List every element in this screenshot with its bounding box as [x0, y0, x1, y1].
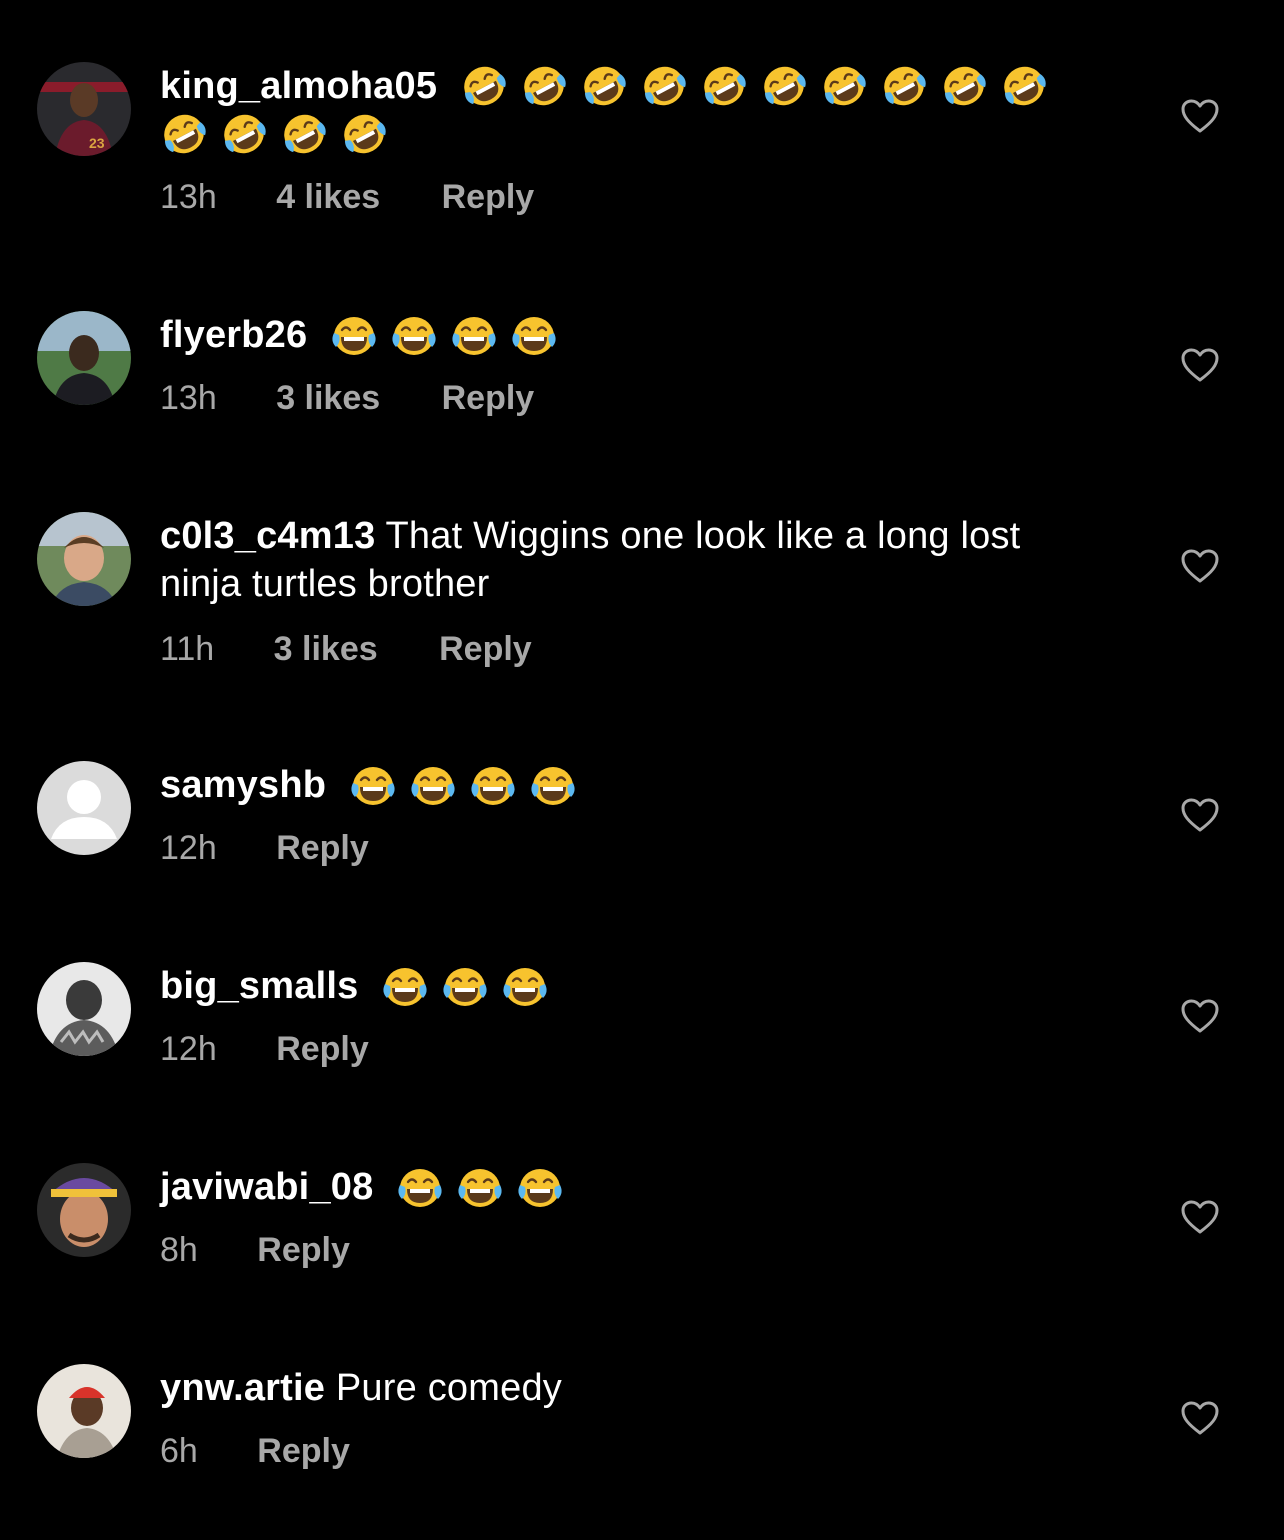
avatar[interactable]: [37, 962, 131, 1056]
reply-button[interactable]: Reply: [257, 1231, 350, 1270]
rolling-on-floor-laughing-emoji: [700, 64, 748, 108]
comment-c0l3-c4m13: c0l3_c4m13 That Wiggins one look like a …: [0, 512, 1284, 682]
emoji-group: [448, 65, 1048, 107]
heart-outline-icon[interactable]: [1180, 548, 1220, 584]
rolling-on-floor-laughing-emoji: [280, 112, 328, 156]
comment-body: ynw.artie Pure comedy: [160, 1364, 1090, 1412]
svg-text:23: 23: [89, 135, 105, 151]
timestamp: 11h: [160, 630, 215, 668]
rolling-on-floor-laughing-emoji: [460, 64, 508, 108]
comment-meta: 11h 3 likes Reply: [160, 630, 532, 669]
reply-button[interactable]: Reply: [439, 630, 532, 669]
username[interactable]: king_almoha05: [160, 65, 437, 107]
comment-body: c0l3_c4m13 That Wiggins one look like a …: [160, 512, 1090, 608]
tears-of-joy-emoji: [330, 313, 378, 357]
tears-of-joy-emoji: [349, 763, 397, 807]
avatar[interactable]: [37, 1163, 131, 1257]
tears-of-joy-emoji: [469, 763, 517, 807]
heart-outline-icon[interactable]: [1180, 1400, 1220, 1436]
reply-button[interactable]: Reply: [276, 1030, 369, 1069]
tears-of-joy-emoji: [381, 964, 429, 1008]
comment-text: Pure comedy: [335, 1367, 562, 1409]
likes-count[interactable]: 3 likes: [274, 630, 378, 669]
username[interactable]: c0l3_c4m13: [160, 515, 375, 557]
tears-of-joy-emoji: [409, 763, 457, 807]
heart-outline-icon[interactable]: [1180, 98, 1220, 134]
rolling-on-floor-laughing-emoji: [820, 64, 868, 108]
tears-of-joy-emoji: [516, 1165, 564, 1209]
tears-of-joy-emoji: [501, 964, 549, 1008]
emoji-group: [318, 314, 558, 356]
avatar[interactable]: [37, 1364, 131, 1458]
tears-of-joy-emoji: [390, 313, 438, 357]
timestamp: 13h: [160, 379, 217, 417]
avatar[interactable]: 23: [37, 62, 131, 156]
comment-king-almoha05: 23 king_almoha05 13h 4 likes Reply: [0, 62, 1284, 232]
emoji-group: [337, 764, 577, 806]
username[interactable]: ynw.artie: [160, 1367, 325, 1409]
comment-body: big_smalls: [160, 962, 1090, 1010]
comment-meta: 13h 3 likes Reply: [160, 379, 534, 418]
reply-button[interactable]: Reply: [442, 178, 535, 217]
comment-body: javiwabi_08: [160, 1163, 1090, 1211]
comment-body: king_almoha05: [160, 62, 1090, 158]
tears-of-joy-emoji: [450, 313, 498, 357]
comment-meta: 13h 4 likes Reply: [160, 178, 534, 217]
tears-of-joy-emoji: [456, 1165, 504, 1209]
reply-button[interactable]: Reply: [442, 379, 535, 418]
heart-outline-icon[interactable]: [1180, 797, 1220, 833]
default-avatar[interactable]: [37, 761, 131, 855]
rolling-on-floor-laughing-emoji: [220, 112, 268, 156]
comment-javiwabi-08: javiwabi_08 8h Reply: [0, 1163, 1284, 1283]
emoji-group: [160, 113, 388, 155]
timestamp: 12h: [160, 1030, 217, 1068]
reply-button[interactable]: Reply: [276, 829, 369, 868]
timestamp: 12h: [160, 829, 217, 867]
comment-big-smalls: big_smalls 12h Reply: [0, 962, 1284, 1082]
reply-button[interactable]: Reply: [257, 1432, 350, 1471]
likes-count[interactable]: 3 likes: [276, 379, 380, 418]
username[interactable]: big_smalls: [160, 965, 358, 1007]
username[interactable]: flyerb26: [160, 314, 307, 356]
tears-of-joy-emoji: [441, 964, 489, 1008]
username[interactable]: samyshb: [160, 764, 326, 806]
rolling-on-floor-laughing-emoji: [940, 64, 988, 108]
tears-of-joy-emoji: [529, 763, 577, 807]
rolling-on-floor-laughing-emoji: [520, 64, 568, 108]
timestamp: 8h: [160, 1231, 198, 1269]
likes-count[interactable]: 4 likes: [276, 178, 380, 217]
rolling-on-floor-laughing-emoji: [580, 64, 628, 108]
timestamp: 6h: [160, 1432, 198, 1470]
comment-samyshb: samyshb 12h Reply: [0, 761, 1284, 881]
heart-outline-icon[interactable]: [1180, 998, 1220, 1034]
comment-meta: 12h Reply: [160, 829, 369, 868]
tears-of-joy-emoji: [396, 1165, 444, 1209]
comment-flyerb26: flyerb26 13h 3 likes Reply: [0, 311, 1284, 431]
comment-body: samyshb: [160, 761, 1090, 809]
timestamp: 13h: [160, 178, 217, 216]
rolling-on-floor-laughing-emoji: [340, 112, 388, 156]
rolling-on-floor-laughing-emoji: [640, 64, 688, 108]
avatar[interactable]: [37, 512, 131, 606]
comment-ynw-artie: ynw.artie Pure comedy 6h Reply: [0, 1364, 1284, 1484]
comment-meta: 12h Reply: [160, 1030, 369, 1069]
username[interactable]: javiwabi_08: [160, 1166, 373, 1208]
rolling-on-floor-laughing-emoji: [1000, 64, 1048, 108]
rolling-on-floor-laughing-emoji: [880, 64, 928, 108]
heart-outline-icon[interactable]: [1180, 347, 1220, 383]
emoji-group: [384, 1166, 564, 1208]
avatar[interactable]: [37, 311, 131, 405]
comment-meta: 8h Reply: [160, 1231, 350, 1270]
comment-body: flyerb26: [160, 311, 1090, 359]
tears-of-joy-emoji: [510, 313, 558, 357]
rolling-on-floor-laughing-emoji: [160, 112, 208, 156]
emoji-group: [369, 965, 549, 1007]
rolling-on-floor-laughing-emoji: [760, 64, 808, 108]
comment-meta: 6h Reply: [160, 1432, 350, 1471]
heart-outline-icon[interactable]: [1180, 1199, 1220, 1235]
